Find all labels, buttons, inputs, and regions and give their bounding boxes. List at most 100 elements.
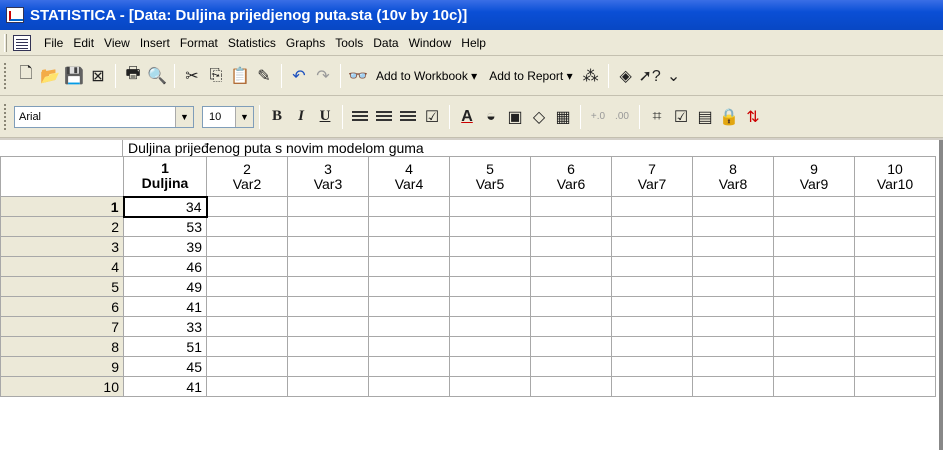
column-header-3[interactable]: 3 Var3	[287, 156, 369, 197]
font-name-select[interactable]: Arial ▼	[14, 105, 194, 128]
data-cell[interactable]: 34	[122, 195, 208, 218]
data-cell[interactable]	[611, 236, 693, 257]
lock-icon[interactable]: 🔒	[717, 105, 741, 129]
menu-file[interactable]: File	[39, 34, 68, 52]
data-cell[interactable]	[206, 196, 288, 217]
data-cell[interactable]	[854, 236, 936, 257]
data-cell[interactable]	[449, 356, 531, 377]
data-cell[interactable]	[692, 256, 774, 277]
data-cell[interactable]	[287, 196, 369, 217]
sheet-title[interactable]: Duljina prijeđenog puta s novim modelom …	[128, 140, 424, 156]
data-cell[interactable]	[368, 356, 450, 377]
data-cell[interactable]	[368, 336, 450, 357]
menu-insert[interactable]: Insert	[135, 34, 175, 52]
cut-icon[interactable]: ✂	[180, 64, 204, 88]
cell-format-icon[interactable]: ☑	[420, 105, 444, 129]
data-cell[interactable]	[449, 296, 531, 317]
new-file-icon[interactable]: 🗋	[14, 64, 38, 88]
statistica-app-icon[interactable]	[6, 7, 24, 23]
data-cell[interactable]	[368, 296, 450, 317]
data-cell[interactable]	[530, 296, 612, 317]
data-cell[interactable]	[368, 316, 450, 337]
data-cell[interactable]: 41	[123, 376, 207, 397]
column-header-8[interactable]: 8 Var8	[692, 156, 774, 197]
chevron-down-icon[interactable]: ▼	[175, 106, 193, 127]
chevron-down-icon[interactable]: ▼	[235, 106, 253, 127]
data-cell[interactable]	[854, 216, 936, 237]
data-cell[interactable]	[368, 276, 450, 297]
data-cell[interactable]	[530, 216, 612, 237]
underline-button[interactable]: U	[313, 105, 337, 129]
data-cell[interactable]	[206, 256, 288, 277]
data-cell[interactable]	[368, 256, 450, 277]
help-book-icon[interactable]: ◈	[614, 64, 638, 88]
data-cell[interactable]	[530, 236, 612, 257]
data-cell[interactable]: 41	[123, 296, 207, 317]
column-header-6[interactable]: 6 Var6	[530, 156, 612, 197]
menu-edit[interactable]: Edit	[68, 34, 99, 52]
data-cell[interactable]	[854, 316, 936, 337]
copy-icon[interactable]: ⎘	[204, 64, 228, 88]
menu-window[interactable]: Window	[404, 34, 457, 52]
data-cell[interactable]	[368, 216, 450, 237]
row-header[interactable]: 2	[0, 216, 124, 237]
data-cell[interactable]: 45	[123, 356, 207, 377]
data-cell[interactable]	[611, 296, 693, 317]
data-cell[interactable]	[854, 196, 936, 217]
data-cell[interactable]	[287, 216, 369, 237]
print-preview-icon[interactable]: 🔍	[145, 64, 169, 88]
font-size-select[interactable]: 10 ▼	[202, 105, 254, 128]
data-cell[interactable]	[206, 236, 288, 257]
data-cell[interactable]: 51	[123, 336, 207, 357]
data-cell[interactable]	[773, 356, 855, 377]
data-cell[interactable]	[611, 376, 693, 397]
data-cell[interactable]	[692, 316, 774, 337]
data-cell[interactable]	[773, 296, 855, 317]
column-header-4[interactable]: 4 Var4	[368, 156, 450, 197]
data-cell[interactable]	[611, 196, 693, 217]
data-cell[interactable]	[692, 236, 774, 257]
font-color-icon[interactable]: A	[455, 105, 479, 129]
grid-icon[interactable]: ▦	[551, 105, 575, 129]
open-folder-icon[interactable]: 📂	[38, 64, 62, 88]
row-header[interactable]: 4	[0, 256, 124, 277]
data-cell[interactable]	[773, 236, 855, 257]
data-cell[interactable]	[287, 276, 369, 297]
all-specs-icon[interactable]: ▤	[693, 105, 717, 129]
row-header[interactable]: 10	[0, 376, 124, 397]
data-cell[interactable]	[287, 316, 369, 337]
data-cell[interactable]	[206, 336, 288, 357]
column-header-1[interactable]: 1 Duljina	[123, 156, 207, 197]
grid-corner[interactable]	[0, 156, 124, 197]
data-cell[interactable]	[368, 376, 450, 397]
redo-icon[interactable]: ↷	[311, 64, 335, 88]
data-cell[interactable]	[287, 256, 369, 277]
data-cell[interactable]	[773, 196, 855, 217]
data-cell[interactable]	[773, 336, 855, 357]
data-cell[interactable]	[449, 276, 531, 297]
data-cell[interactable]: 33	[123, 316, 207, 337]
data-cell[interactable]	[611, 336, 693, 357]
format-painter-icon[interactable]: ✎	[252, 64, 276, 88]
data-cell[interactable]	[692, 296, 774, 317]
add-to-ms-word-icon[interactable]: ⁂	[579, 64, 603, 88]
menu-statistics[interactable]: Statistics	[223, 34, 281, 52]
data-cell[interactable]	[773, 376, 855, 397]
data-cell[interactable]	[368, 236, 450, 257]
data-cell[interactable]	[530, 356, 612, 377]
row-header[interactable]: 1	[0, 196, 124, 217]
borders-icon[interactable]: ▣	[503, 105, 527, 129]
add-to-report-button[interactable]: Add to Report ▾	[483, 69, 578, 83]
menu-view[interactable]: View	[99, 34, 135, 52]
data-cell[interactable]	[206, 276, 288, 297]
data-cell[interactable]	[692, 196, 774, 217]
data-cell[interactable]	[530, 376, 612, 397]
column-header-7[interactable]: 7 Var7	[611, 156, 693, 197]
data-cell[interactable]	[692, 376, 774, 397]
column-header-9[interactable]: 9 Var9	[773, 156, 855, 197]
pdf-icon[interactable]: ⊠	[86, 64, 110, 88]
data-cell[interactable]	[449, 196, 531, 217]
data-cell[interactable]: 49	[123, 276, 207, 297]
menu-help[interactable]: Help	[456, 34, 491, 52]
data-cell[interactable]	[449, 316, 531, 337]
